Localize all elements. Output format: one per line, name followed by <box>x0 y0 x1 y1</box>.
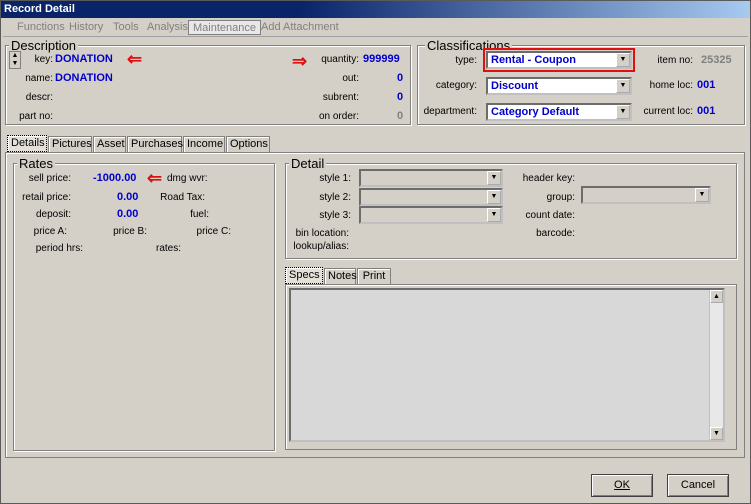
category-value: Discount <box>491 80 539 92</box>
type-highlight-box <box>483 48 635 72</box>
subrent-label: subrent: <box>322 92 359 103</box>
subrent-value: 0 <box>397 91 404 103</box>
price-a-label: price A: <box>33 226 67 237</box>
count-date-label: count date: <box>525 210 575 221</box>
spinner-down-icon[interactable]: ▼ <box>10 60 20 68</box>
quantity-value[interactable]: 999999 <box>363 53 400 65</box>
tab-details[interactable]: Details <box>7 135 47 152</box>
onorder-value: 0 <box>397 110 404 122</box>
arrow-left-icon: ⇐ <box>127 49 143 69</box>
menu-tools[interactable]: Tools <box>109 20 143 35</box>
quantity-label: quantity: <box>321 54 359 65</box>
header-key-label: header key: <box>522 173 575 184</box>
period-hrs-label: period hrs: <box>35 243 83 254</box>
detail-title: Detail <box>289 156 327 171</box>
arrow-right-icon: ⇒ <box>292 51 308 71</box>
style2-select[interactable]: ▼ <box>359 188 503 206</box>
name-label: name: <box>25 73 53 84</box>
currentloc-value: 001 <box>697 105 716 117</box>
department-value: Category Default <box>491 106 580 118</box>
rates-title: Rates <box>17 156 55 171</box>
detail-group <box>285 163 737 259</box>
style1-select[interactable]: ▼ <box>359 169 503 187</box>
group-select[interactable]: ▼ <box>581 186 711 204</box>
scroll-down-icon[interactable]: ▼ <box>710 427 723 440</box>
scroll-up-icon[interactable]: ▲ <box>710 290 723 303</box>
style3-label: style 3: <box>319 210 351 221</box>
style2-label: style 2: <box>319 192 351 203</box>
name-value[interactable]: DONATION <box>55 72 113 84</box>
menu-add-attachment[interactable]: Add Attachment <box>257 20 343 35</box>
chevron-down-icon[interactable]: ▼ <box>487 208 501 222</box>
fuel-label: fuel: <box>190 209 209 220</box>
tab-specs[interactable]: Specs <box>285 267 323 284</box>
cancel-button[interactable]: Cancel <box>667 474 729 497</box>
deposit-value[interactable]: 0.00 <box>117 208 138 220</box>
price-b-label: price B: <box>113 226 147 237</box>
retail-price-value[interactable]: 0.00 <box>117 191 138 203</box>
specs-scrollbar[interactable]: ▲ ▼ <box>709 290 723 440</box>
retail-price-label: retail price: <box>22 192 71 203</box>
chevron-down-icon[interactable]: ▼ <box>616 105 630 119</box>
arrow-left-icon: ⇐ <box>147 168 163 188</box>
chevron-down-icon[interactable]: ▼ <box>487 190 501 204</box>
specs-textarea[interactable]: ▲ ▼ <box>289 288 725 442</box>
descr-label: descr: <box>25 92 53 103</box>
menu-history[interactable]: History <box>65 20 107 35</box>
rates-group <box>13 163 275 451</box>
menu-analysis[interactable]: Analysis <box>143 20 192 35</box>
sell-price-value[interactable]: -1000.00 <box>93 172 136 184</box>
price-c-label: price C: <box>196 226 231 237</box>
dmg-wvr-label: dmg wvr: <box>167 173 208 184</box>
tab-notes[interactable]: Notes <box>324 268 357 285</box>
out-value: 0 <box>397 72 404 84</box>
tab-options[interactable]: Options <box>226 136 270 153</box>
key-label: key: <box>34 54 53 65</box>
ok-button[interactable]: OK <box>591 474 653 497</box>
menu-bar: Functions History Tools Analysis Mainten… <box>3 18 748 37</box>
spinner-up-icon[interactable]: ▲ <box>10 52 20 60</box>
key-value[interactable]: DONATION <box>55 53 113 65</box>
onorder-label: on order: <box>318 111 359 122</box>
department-select[interactable]: Category Default ▼ <box>486 103 632 121</box>
style3-select[interactable]: ▼ <box>359 206 503 224</box>
bin-location-label: bin location: <box>295 228 349 239</box>
partno-label: part no: <box>19 111 53 122</box>
deposit-label: deposit: <box>35 209 71 220</box>
rates-label: rates: <box>155 243 181 254</box>
chevron-down-icon[interactable]: ▼ <box>695 188 709 202</box>
tab-pictures[interactable]: Pictures <box>48 136 92 153</box>
menu-functions[interactable]: Functions <box>13 20 69 35</box>
group-label: group: <box>546 192 575 203</box>
ok-button-label: OK <box>614 479 630 491</box>
barcode-label: barcode: <box>536 228 575 239</box>
type-label: type: <box>455 55 477 66</box>
department-label: department: <box>423 106 477 117</box>
out-label: out: <box>342 73 359 84</box>
lookup-alias-label: lookup/alias: <box>293 241 349 252</box>
record-detail-window: Record Detail Functions History Tools An… <box>0 0 751 504</box>
currentloc-label: current loc: <box>643 106 693 117</box>
key-spinner[interactable]: ▲ ▼ <box>9 51 21 69</box>
chevron-down-icon[interactable]: ▼ <box>616 79 630 93</box>
window-title: Record Detail <box>1 1 750 18</box>
style1-label: style 1: <box>319 173 351 184</box>
tab-print[interactable]: Print <box>357 268 391 285</box>
menu-maintenance[interactable]: Maintenance <box>188 20 261 35</box>
tab-purchases[interactable]: Purchases <box>127 136 183 153</box>
homeloc-value: 001 <box>697 79 716 91</box>
road-tax-label: Road Tax: <box>160 192 205 203</box>
itemno-label: item no: <box>657 55 693 66</box>
tab-income[interactable]: Income <box>183 136 225 153</box>
homeloc-label: home loc: <box>649 80 693 91</box>
cancel-button-label: Cancel <box>680 479 716 491</box>
tab-asset[interactable]: Asset <box>93 136 126 153</box>
itemno-value: 25325 <box>701 54 732 66</box>
chevron-down-icon[interactable]: ▼ <box>487 171 501 185</box>
category-label: category: <box>435 80 477 91</box>
sell-price-label: sell price: <box>28 173 71 184</box>
category-select[interactable]: Discount ▼ <box>486 77 632 95</box>
